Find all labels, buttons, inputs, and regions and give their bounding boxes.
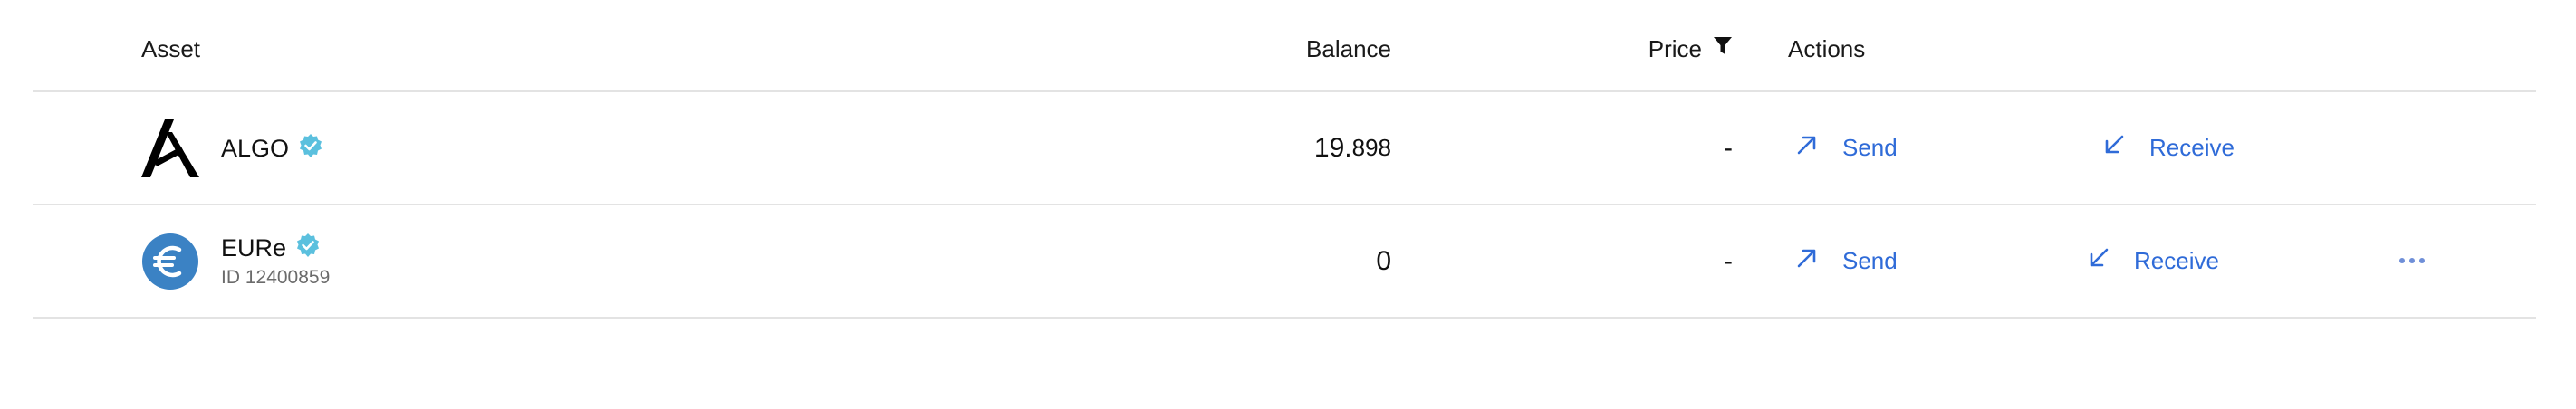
table-header: Asset Balance Price Actions — [33, 0, 2536, 92]
column-header-price[interactable]: Price — [1648, 34, 1733, 63]
table-row: EURe ID 12400859 0 - Send Receive — [33, 205, 2536, 319]
send-label: Send — [1842, 134, 1898, 161]
more-options-button[interactable] — [2398, 205, 2426, 317]
balance-value: 19. 898 — [1314, 92, 1391, 204]
asset-id: ID 12400859 — [221, 267, 331, 288]
send-label: Send — [1842, 247, 1898, 274]
asset-name: ALGO — [221, 134, 290, 162]
asset-cell[interactable]: ALGO — [141, 92, 323, 204]
euro-logo-icon — [141, 233, 199, 290]
balance-integer: 19. — [1313, 132, 1352, 163]
asset-cell[interactable]: EURe ID 12400859 — [141, 205, 330, 317]
arrow-down-left-icon — [2102, 133, 2126, 163]
assets-table: Asset Balance Price Actions ALGO 19. 898… — [33, 0, 2536, 319]
more-options-icon — [2398, 253, 2426, 270]
column-header-asset: Asset — [141, 35, 201, 62]
receive-button[interactable]: Receive — [2087, 205, 2219, 317]
price-value: - — [1724, 132, 1733, 163]
verified-badge-icon — [295, 233, 321, 262]
algorand-logo-icon — [141, 119, 199, 177]
arrow-up-right-icon — [1795, 133, 1819, 163]
verified-badge-icon — [298, 133, 323, 163]
column-header-balance: Balance — [1306, 35, 1391, 62]
balance-fraction: 898 — [1351, 134, 1391, 161]
asset-name: EURe — [221, 233, 287, 262]
receive-button[interactable]: Receive — [2102, 92, 2235, 204]
table-row: ALGO 19. 898 - Send Receive — [33, 92, 2536, 205]
arrow-up-right-icon — [1795, 246, 1819, 276]
price-value: - — [1724, 245, 1733, 276]
column-header-actions: Actions — [1788, 35, 1866, 62]
receive-label: Receive — [2134, 247, 2219, 274]
arrow-down-left-icon — [2087, 246, 2110, 276]
send-button[interactable]: Send — [1795, 92, 1898, 204]
column-header-price-label: Price — [1648, 35, 1702, 62]
send-button[interactable]: Send — [1795, 205, 1898, 317]
filter-icon[interactable] — [1713, 34, 1733, 63]
receive-label: Receive — [2149, 134, 2235, 161]
balance-value: 0 — [1376, 245, 1391, 276]
